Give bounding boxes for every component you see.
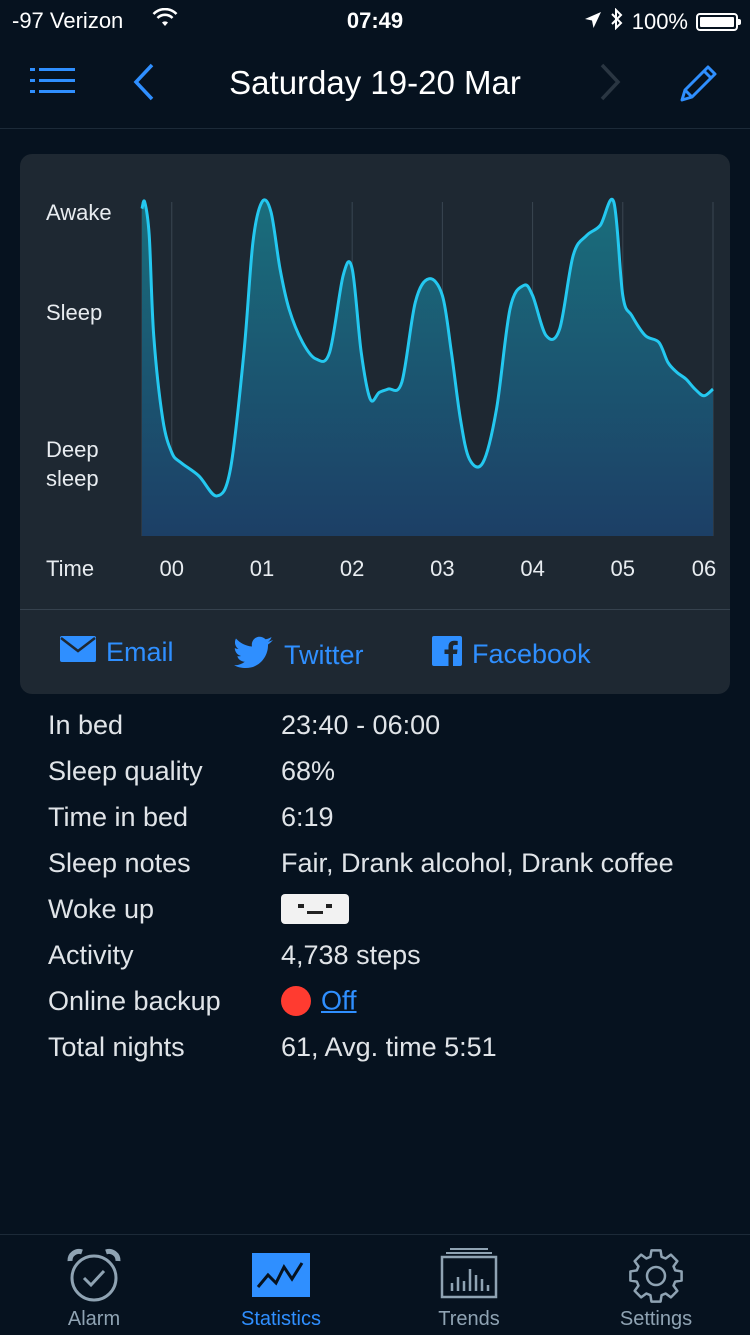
page-title: Saturday 19-20 Mar [229,64,521,101]
x-tick-03: 03 [430,556,454,581]
battery-icon [696,13,741,31]
y-label-deep-sleep: sleep [46,466,99,491]
sleep-graph-card: Awake Sleep Deep sleep Time 00 01 02 03 04 05… [20,154,730,694]
y-label-awake: Awake [46,200,112,225]
twitter-share-label: Twitter [284,640,364,670]
tab-alarm[interactable]: Alarm [0,1235,188,1335]
nav-bar: Saturday 19-20 Mar [0,40,750,129]
neutral-mood-face-icon [281,893,349,924]
location-arrow-icon [584,9,602,35]
bluetooth-icon [610,7,624,36]
trends-icon [440,1247,498,1304]
tab-settings[interactable]: Settings [562,1235,750,1335]
y-label-sleep: Sleep [46,300,102,325]
tab-statistics[interactable]: Statistics [187,1235,375,1335]
x-tick-06: 06 [692,556,716,581]
facebook-share-label: Facebook [472,639,591,669]
x-axis-label: Time [46,556,94,581]
edit-pencil-icon[interactable] [678,62,720,109]
statistics-icon [252,1247,310,1306]
tab-label: Alarm [67,1308,121,1330]
email-icon [60,636,96,669]
alarm-clock-icon [65,1247,123,1310]
detail-value: 68% [281,756,336,786]
tab-trends[interactable]: Trends [375,1235,563,1335]
detail-row-time-in-bed: Time in bed 6:19 [48,798,738,844]
facebook-share-button[interactable]: Facebook [432,636,591,673]
y-label-deep: Deep [46,437,99,462]
tab-label: Settings [619,1308,693,1330]
share-bar: Email Twitter Facebook [20,609,730,695]
detail-label: In bed [48,710,124,740]
email-share-button[interactable]: Email [60,636,174,669]
detail-value: Fair, Drank alcohol, Drank coffee [281,848,674,878]
sleep-cycle-chart: Awake Sleep Deep sleep Time 00 01 02 03 04 05… [46,197,716,581]
detail-value: Off [281,984,357,1016]
sleep-details: In bed 23:40 - 06:00 Sleep quality 68% T… [48,706,738,1074]
detail-row-woke-up: Woke up [48,890,738,936]
status-bar: -97 Verizon 07:49 100% [0,0,750,40]
detail-value [281,892,349,924]
detail-label: Total nights [48,1032,185,1062]
email-share-label: Email [106,637,174,667]
detail-label: Online backup [48,986,221,1016]
x-tick-05: 05 [611,556,635,581]
battery-percent: 100% [631,9,688,34]
detail-value: 61, Avg. time 5:51 [281,1032,497,1062]
gear-icon [627,1247,685,1310]
detail-label: Sleep notes [48,848,191,878]
x-tick-02: 02 [340,556,364,581]
facebook-icon [432,636,462,673]
detail-value: 4,738 steps [281,940,421,970]
detail-label: Sleep quality [48,756,203,786]
tab-label: Trends [438,1308,500,1330]
detail-row-sleep-notes: Sleep notes Fair, Drank alcohol, Drank c… [48,844,738,890]
tab-bar: Alarm Statistics Trends Settings [0,1234,750,1335]
detail-label: Time in bed [48,802,189,832]
detail-value: 23:40 - 06:00 [281,710,441,740]
detail-row-sleep-quality: Sleep quality 68% [48,752,738,798]
detail-label: Activity [48,940,134,970]
twitter-bird-icon [234,636,274,675]
twitter-share-button[interactable]: Twitter [234,636,364,675]
chevron-right-icon[interactable] [598,62,622,107]
x-tick-01: 01 [250,556,274,581]
backup-off-link[interactable]: Off [321,985,357,1015]
x-tick-00: 00 [160,556,184,581]
x-tick-04: 04 [520,556,544,581]
detail-row-total-nights: Total nights 61, Avg. time 5:51 [48,1028,738,1074]
detail-label: Woke up [48,894,155,924]
detail-value: 6:19 [281,802,334,832]
tab-label: Statistics [240,1308,322,1330]
detail-row-in-bed: In bed 23:40 - 06:00 [48,706,738,752]
backup-status-dot [281,985,311,1016]
detail-row-activity: Activity 4,738 steps [48,936,738,982]
detail-row-online-backup: Online backup Off [48,982,738,1028]
